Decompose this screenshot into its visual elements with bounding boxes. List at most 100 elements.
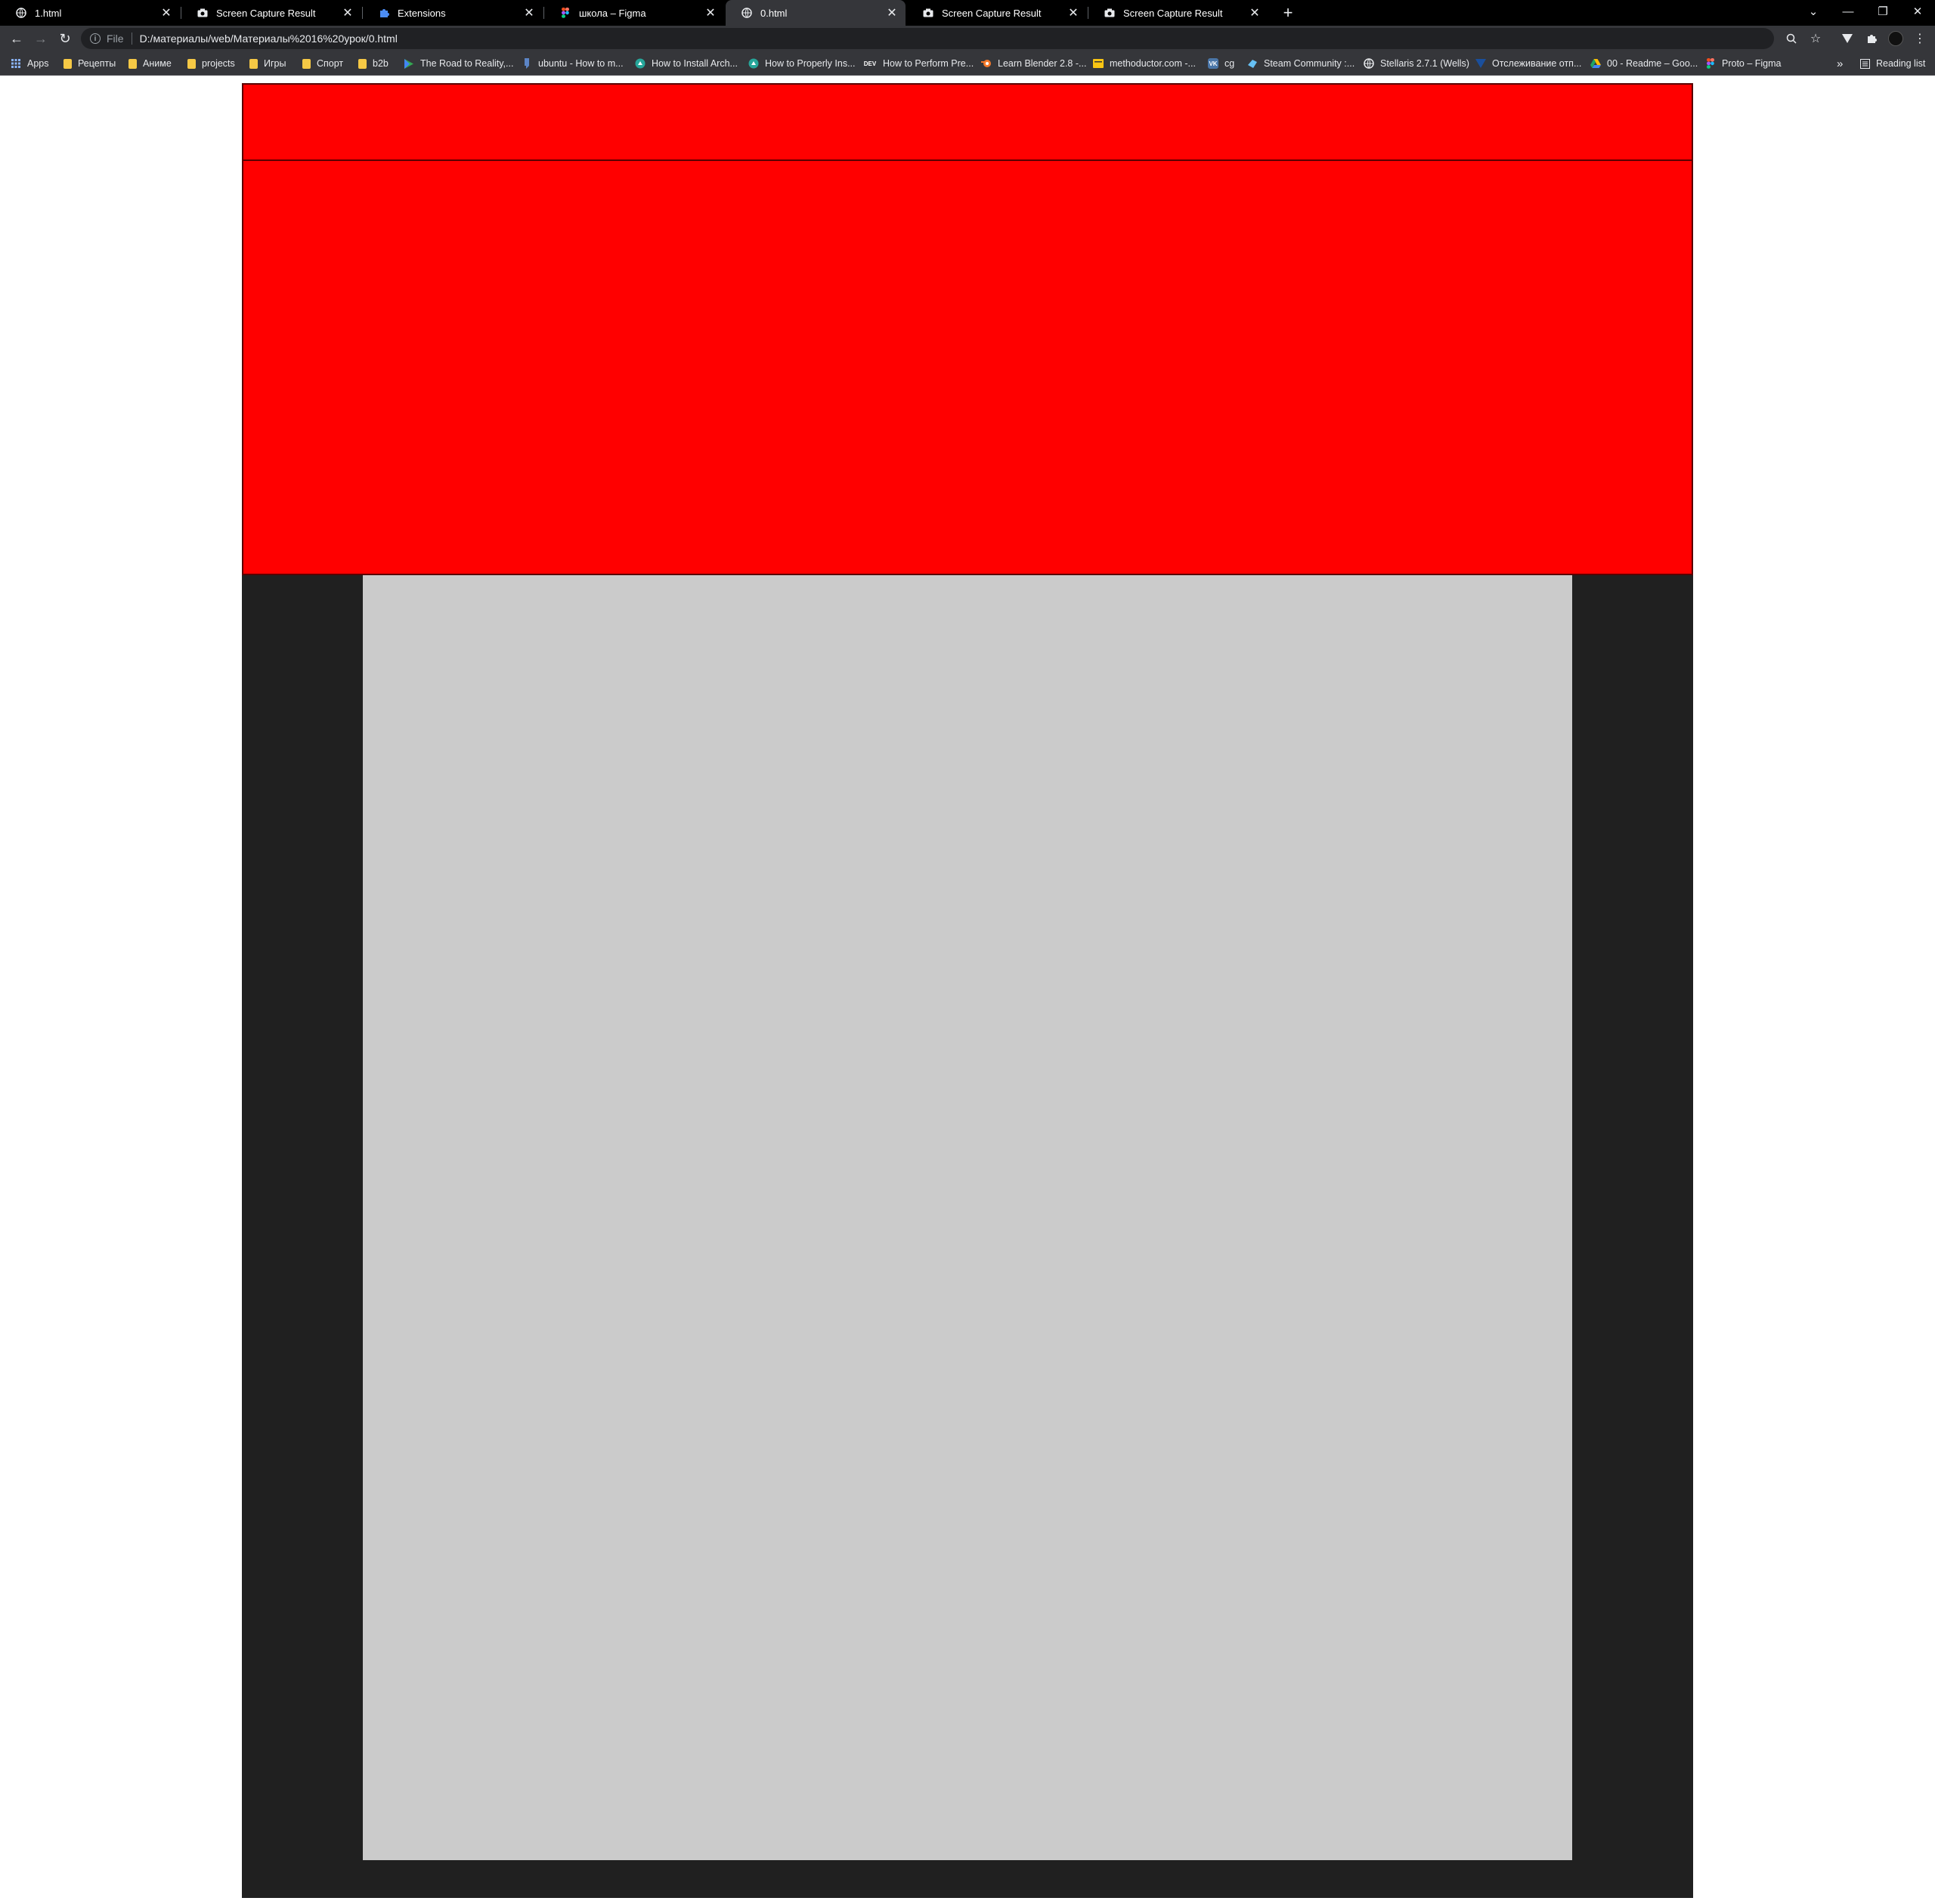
bookmark-label: How to Install Arch...	[652, 58, 738, 69]
bookmark-label: methoductor.com -...	[1110, 58, 1196, 69]
bookmark-star-icon[interactable]: ☆	[1805, 28, 1826, 49]
bookmark-label: How to Properly Ins...	[765, 58, 856, 69]
info-icon[interactable]: i	[90, 33, 101, 44]
globe-icon	[15, 7, 27, 19]
tab-1-html[interactable]: 1.html ✕	[0, 0, 180, 26]
bookmark-stellaris[interactable]: Stellaris 2.7.1 (Wells)	[1364, 56, 1469, 71]
camera-icon	[1104, 7, 1116, 19]
header-top-block	[242, 83, 1693, 161]
bookmark-label: How to Perform Pre...	[883, 58, 974, 69]
bookmark-apps[interactable]: Apps	[11, 56, 49, 71]
tab-search-icon[interactable]: ⌄	[1796, 0, 1831, 23]
bookmark-folder[interactable]: Рецепты	[63, 56, 116, 71]
new-tab-button[interactable]: +	[1277, 2, 1299, 23]
close-icon[interactable]: ✕	[520, 4, 538, 22]
bookmark-label: 00 - Readme – Goo...	[1607, 58, 1698, 69]
address-bar[interactable]: i File D:/материалы/web/Материалы%2016%2…	[81, 28, 1774, 49]
camera-icon	[197, 7, 209, 19]
tab-extensions[interactable]: Extensions ✕	[363, 0, 543, 26]
bookmark-learn-blender[interactable]: Learn Blender 2.8 -...	[981, 56, 1086, 71]
forward-button[interactable]: →	[30, 28, 51, 49]
tab-screen-capture-result[interactable]: Screen Capture Result ✕	[181, 0, 361, 26]
folder-icon	[63, 58, 72, 69]
bookmark-label: Игры	[264, 58, 286, 69]
close-icon[interactable]: ✕	[157, 4, 175, 22]
site-icon	[748, 58, 759, 69]
restore-button[interactable]: ❐	[1865, 0, 1900, 23]
tab-0-html-active[interactable]: 0.html ✕	[726, 0, 906, 26]
page-viewport	[0, 76, 1935, 1904]
bookmark-properly-install[interactable]: How to Properly Ins...	[748, 56, 856, 71]
bookmark-folder[interactable]: Игры	[249, 56, 286, 71]
bookmark-folder[interactable]: b2b	[358, 56, 389, 71]
figma-icon	[1705, 58, 1716, 69]
bookmarks-overflow-button[interactable]: »	[1837, 56, 1843, 71]
tab-screen-capture-result[interactable]: Screen Capture Result ✕	[907, 0, 1087, 26]
header-main-block	[242, 159, 1693, 575]
extensions-puzzle-icon[interactable]	[1861, 28, 1882, 49]
bookmark-label: Спорт	[317, 58, 344, 69]
bookmark-label: projects	[202, 58, 235, 69]
tab-figma[interactable]: школа – Figma ✕	[544, 0, 724, 26]
bookmark-ubuntu[interactable]: ubuntu - How to m...	[522, 56, 624, 71]
bookmark-folder[interactable]: projects	[187, 56, 235, 71]
bookmark-tracking[interactable]: Отслеживание отп...	[1475, 56, 1581, 71]
close-window-button[interactable]: ✕	[1900, 0, 1935, 23]
site-icon	[1093, 58, 1104, 69]
bookmark-methoductor[interactable]: methoductor.com -...	[1093, 56, 1196, 71]
bookmark-label: Аниме	[143, 58, 172, 69]
globe-icon	[741, 7, 753, 19]
site-icon	[635, 58, 646, 69]
reading-list-button[interactable]: Reading list	[1859, 56, 1925, 71]
folder-icon	[187, 58, 196, 69]
folder-icon	[302, 58, 311, 69]
close-icon[interactable]: ✕	[883, 4, 901, 22]
tab-screen-capture-result[interactable]: Screen Capture Result ✕	[1088, 0, 1268, 26]
close-icon[interactable]: ✕	[1246, 4, 1264, 22]
bookmark-label: Stellaris 2.7.1 (Wells)	[1380, 58, 1469, 69]
close-icon[interactable]: ✕	[1064, 4, 1082, 22]
close-icon[interactable]: ✕	[339, 4, 357, 22]
bookmark-folder[interactable]: Аниме	[128, 56, 172, 71]
tab-title: Extensions	[398, 7, 446, 19]
minimize-button[interactable]: —	[1831, 0, 1865, 23]
apps-grid-icon	[11, 58, 21, 69]
bookmark-install-arch[interactable]: How to Install Arch...	[635, 56, 738, 71]
profile-avatar-icon[interactable]	[1885, 28, 1906, 49]
play-icon	[404, 58, 414, 69]
bookmark-folder[interactable]: Спорт	[302, 56, 343, 71]
reload-button[interactable]: ↻	[54, 28, 76, 49]
reading-list-icon	[1859, 58, 1870, 69]
back-button[interactable]: ←	[6, 28, 27, 49]
folder-icon	[249, 58, 258, 69]
bookmark-road-to-reality[interactable]: The Road to Reality,...	[404, 56, 513, 71]
blender-icon	[981, 58, 992, 69]
steam-icon	[1247, 58, 1258, 69]
bookmark-steam[interactable]: Steam Community :...	[1247, 56, 1354, 71]
url-scheme: File	[107, 33, 124, 45]
reading-list-label: Reading list	[1876, 58, 1926, 69]
tab-title: Screen Capture Result	[216, 7, 316, 19]
puzzle-icon	[378, 7, 390, 19]
tab-strip: 1.html ✕ Screen Capture Result ✕ Extensi…	[0, 0, 1935, 26]
bookmark-perform-pre[interactable]: DEV How to Perform Pre...	[863, 56, 974, 71]
bookmark-readme-drive[interactable]: 00 - Readme – Goo...	[1590, 56, 1698, 71]
bookmark-label: ubuntu - How to m...	[538, 58, 624, 69]
close-icon[interactable]: ✕	[701, 4, 720, 22]
menu-kebab-icon[interactable]: ⋮	[1909, 28, 1930, 49]
askubuntu-icon	[522, 58, 532, 69]
site-icon	[1475, 58, 1486, 69]
bookmark-label: The Road to Reality,...	[420, 58, 514, 69]
bookmark-label: Proto – Figma	[1722, 58, 1782, 69]
zoom-icon[interactable]	[1781, 28, 1802, 49]
globe-icon	[1364, 58, 1374, 69]
bookmark-cg[interactable]: VK cg	[1208, 56, 1234, 71]
camera-icon	[922, 7, 934, 19]
folder-icon	[128, 58, 137, 69]
bookmark-proto-figma[interactable]: Proto – Figma	[1705, 56, 1782, 71]
browser-toolbar: ← → ↻ i File D:/материалы/web/Материалы%…	[0, 26, 1935, 51]
vpn-extension-icon[interactable]	[1837, 28, 1858, 49]
bookmark-label: Рецепты	[78, 58, 116, 69]
url-text[interactable]: D:/материалы/web/Материалы%2016%20урок/0…	[140, 33, 398, 45]
bookmark-label: Apps	[27, 58, 49, 69]
